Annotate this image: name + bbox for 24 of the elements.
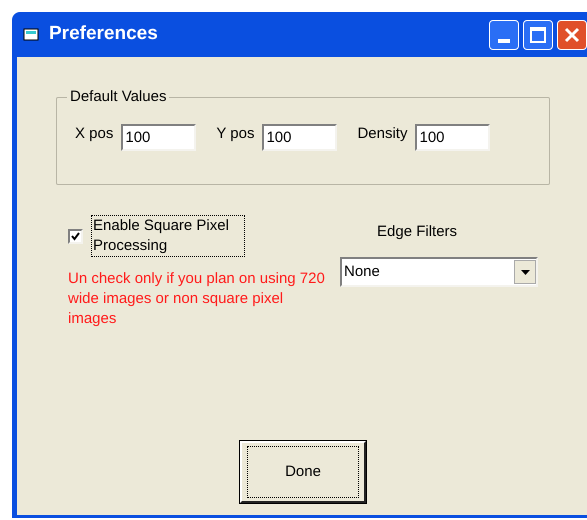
minimize-button[interactable] <box>489 20 519 50</box>
dropdown-label: Edge Filters <box>377 222 458 242</box>
window-icon <box>23 26 41 42</box>
maximize-icon <box>530 26 546 42</box>
dropdown-value: None <box>344 262 381 282</box>
dropdown[interactable]: None <box>340 257 538 287</box>
maximize-button[interactable] <box>523 20 553 50</box>
input-field[interactable]: 100 <box>415 124 490 151</box>
check-icon <box>71 232 80 240</box>
done-button[interactable]: Done <box>240 441 366 503</box>
dropdown-arrow-button[interactable] <box>514 260 536 284</box>
minimize-icon <box>498 38 510 42</box>
input-field[interactable]: 100 <box>121 124 196 151</box>
close-button[interactable] <box>557 20 587 50</box>
close-icon <box>564 26 580 42</box>
field-label: Density <box>357 124 408 144</box>
field-label: Y pos <box>216 124 254 144</box>
caret-icon <box>520 270 530 274</box>
window-title: Preferences <box>49 22 158 46</box>
warning-text: Un check only if you plan on using 720 wide images or non square pixel images <box>68 269 326 329</box>
input-field[interactable]: 100 <box>262 124 338 151</box>
field-label: X pos <box>75 124 114 144</box>
checkbox[interactable] <box>68 228 83 244</box>
checkbox-label[interactable]: Enable Square Pixel Processing <box>91 215 245 257</box>
